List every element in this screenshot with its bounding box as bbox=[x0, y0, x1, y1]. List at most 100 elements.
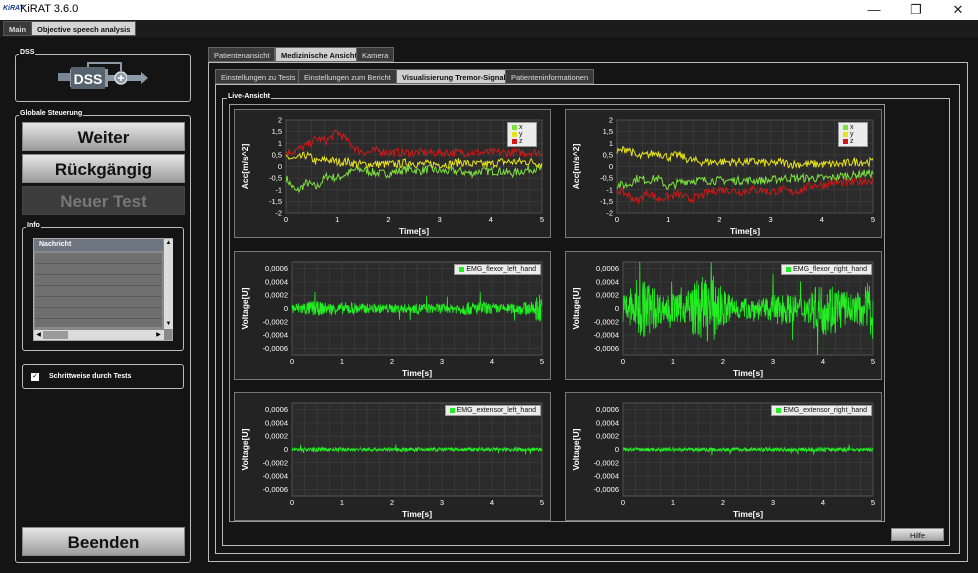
y-tick-label: 0,0002 bbox=[596, 291, 619, 300]
chart-legend: EMG_extensor_right_hand bbox=[771, 405, 872, 416]
next-button[interactable]: Weiter bbox=[22, 122, 185, 151]
legend-label: z bbox=[850, 138, 854, 145]
chart-panel-0: 2 1,5 1 0,5 0 -0,5 -1 -1,5 -2 0 1 2 3 4 5 Time[s] Acc[m/… bbox=[234, 109, 551, 238]
y-tick-label: 0 bbox=[284, 445, 288, 454]
scroll-right-icon[interactable]: ▶ bbox=[155, 331, 162, 339]
tab-objective-speech-analysis[interactable]: Objective speech analysis bbox=[31, 21, 137, 36]
y-tick-label: 1,5 bbox=[272, 127, 282, 136]
x-axis-label: Time[s] bbox=[733, 509, 763, 519]
y-axis-label: Acc[m/s^2] bbox=[571, 144, 581, 190]
tab-camera[interactable]: Kamera bbox=[356, 47, 395, 62]
hscroll-thumb[interactable] bbox=[43, 331, 68, 339]
y-tick-label: 0,5 bbox=[272, 150, 282, 159]
quit-button[interactable]: Beenden bbox=[22, 527, 185, 556]
y-tick-label: -0,0002 bbox=[263, 317, 288, 326]
info-group-label: Info bbox=[26, 222, 41, 229]
x-tick-label: 1 bbox=[671, 357, 675, 366]
x-tick-label: 5 bbox=[871, 357, 875, 366]
y-tick-label: 0,0004 bbox=[596, 418, 619, 427]
live-view-label: Live-Ansicht bbox=[227, 93, 272, 100]
x-tick-label: 2 bbox=[390, 357, 394, 366]
x-axis-label: Time[s] bbox=[733, 368, 763, 378]
scroll-left-icon[interactable]: ◀ bbox=[35, 331, 42, 339]
legend-label: EMG_flexor_left_hand bbox=[466, 266, 536, 273]
x-tick-label: 3 bbox=[771, 357, 775, 366]
tab-patient-info[interactable]: Patienteninformationen bbox=[505, 69, 595, 84]
x-tick-label: 5 bbox=[540, 215, 544, 224]
x-tick-label: 0 bbox=[290, 357, 294, 366]
legend-label: y bbox=[850, 131, 854, 138]
y-tick-label: 0,5 bbox=[603, 150, 613, 159]
y-tick-label: 0,0002 bbox=[596, 432, 619, 441]
minimize-button[interactable]: — bbox=[863, 1, 885, 19]
x-tick-label: 3 bbox=[438, 215, 442, 224]
window-title: KiRAT 3.6.0 bbox=[20, 3, 79, 15]
legend-label: EMG_extensor_left_hand bbox=[456, 407, 536, 414]
global-control-label: Globale Steuerung bbox=[19, 110, 84, 117]
x-tick-label: 0 bbox=[290, 498, 294, 507]
stepwise-checkbox[interactable]: ✓ bbox=[31, 373, 39, 381]
chart-panel-1: 2 1,5 1 0,5 0 -0,5 -1 -1,5 -2 0 1 2 3 4 5 Time[s] Acc[m/… bbox=[565, 109, 882, 238]
y-tick-label: -0,5 bbox=[600, 174, 613, 183]
undo-button[interactable]: Rückgängig bbox=[22, 154, 185, 183]
y-tick-label: 0,0006 bbox=[596, 405, 619, 414]
x-tick-label: 5 bbox=[871, 215, 875, 224]
close-button[interactable]: ✕ bbox=[947, 1, 969, 19]
y-tick-label: 0,0004 bbox=[596, 277, 619, 286]
x-tick-label: 5 bbox=[540, 357, 544, 366]
legend-label: EMG_flexor_right_hand bbox=[793, 266, 867, 273]
legend-label: EMG_extensor_right_hand bbox=[783, 407, 867, 414]
y-tick-label: -0,5 bbox=[269, 174, 282, 183]
legend-swatch bbox=[776, 407, 782, 413]
tab-test-settings[interactable]: Einstellungen zu Tests bbox=[215, 69, 302, 84]
tab-report-settings[interactable]: Einstellungen zum Bericht bbox=[298, 69, 397, 84]
message-list[interactable]: Nachricht ▲ ▼ ◀ ▶ bbox=[33, 238, 173, 341]
chart-panel-5: 0,0006 0,0004 0,0002 0 -0,0002 -0,0004 -0,0006… bbox=[565, 392, 882, 521]
chart-panel-2: 0,0006 0,0004 0,0002 0 -0,0002 -0,0004 -0,0006… bbox=[234, 251, 551, 380]
new-test-button[interactable]: Neuer Test bbox=[22, 186, 185, 215]
chart-panel-3: 0,0006 0,0004 0,0002 0 -0,0002 -0,0004 -0,0006… bbox=[565, 251, 882, 380]
legend-swatch bbox=[512, 131, 517, 137]
y-tick-label: -0,0006 bbox=[263, 344, 288, 353]
tab-patient-view[interactable]: Patientenansicht bbox=[208, 47, 276, 62]
x-tick-label: 3 bbox=[440, 498, 444, 507]
chart-legend: EMG_flexor_right_hand bbox=[781, 264, 872, 275]
main-tab-bar bbox=[0, 20, 978, 37]
y-tick-label: -0,0006 bbox=[594, 485, 619, 494]
maximize-button[interactable]: ❐ bbox=[905, 1, 927, 19]
message-list-vscrollbar[interactable]: ▲ ▼ bbox=[164, 239, 173, 329]
legend-label: x bbox=[850, 124, 854, 131]
tab-tremor-visualization[interactable]: Visualisierung Tremor-Signale bbox=[396, 69, 516, 84]
y-tick-label: -0,0002 bbox=[594, 317, 619, 326]
scroll-down-icon[interactable]: ▼ bbox=[165, 321, 172, 328]
legend-item-y: y bbox=[843, 131, 855, 138]
x-tick-label: 3 bbox=[769, 215, 773, 224]
legend-swatch bbox=[449, 407, 455, 413]
y-tick-label: -1,5 bbox=[269, 197, 282, 206]
x-tick-label: 1 bbox=[340, 357, 344, 366]
x-tick-label: 3 bbox=[771, 498, 775, 507]
tab-medical-view[interactable]: Medizinische Ansicht bbox=[275, 47, 363, 62]
x-tick-label: 2 bbox=[390, 498, 394, 507]
x-tick-label: 5 bbox=[871, 498, 875, 507]
chart-panel-4: 0,0006 0,0004 0,0002 0 -0,0002 -0,0004 -0,0006… bbox=[234, 392, 551, 521]
tab-main[interactable]: Main bbox=[3, 21, 33, 36]
y-tick-label: -1,5 bbox=[600, 197, 613, 206]
message-list-hscrollbar[interactable]: ◀ ▶ bbox=[34, 330, 164, 340]
x-tick-label: 0 bbox=[621, 357, 625, 366]
scroll-up-icon[interactable]: ▲ bbox=[165, 240, 172, 247]
y-tick-label: 0,0006 bbox=[265, 264, 288, 273]
help-button[interactable]: Hilfe bbox=[891, 528, 944, 541]
y-tick-label: 0 bbox=[615, 304, 619, 313]
y-tick-label: -2 bbox=[606, 209, 613, 218]
x-axis-label: Time[s] bbox=[402, 368, 432, 378]
y-tick-label: -0,0006 bbox=[594, 344, 619, 353]
x-tick-label: 2 bbox=[721, 498, 725, 507]
y-tick-label: 1 bbox=[278, 139, 282, 148]
y-tick-label: 1 bbox=[609, 139, 613, 148]
chart-legend: EMG_flexor_left_hand bbox=[454, 264, 541, 275]
legend-swatch bbox=[843, 131, 848, 137]
y-axis-label: Voltage[U] bbox=[240, 428, 250, 470]
y-tick-label: 2 bbox=[609, 116, 613, 125]
x-tick-label: 3 bbox=[440, 357, 444, 366]
